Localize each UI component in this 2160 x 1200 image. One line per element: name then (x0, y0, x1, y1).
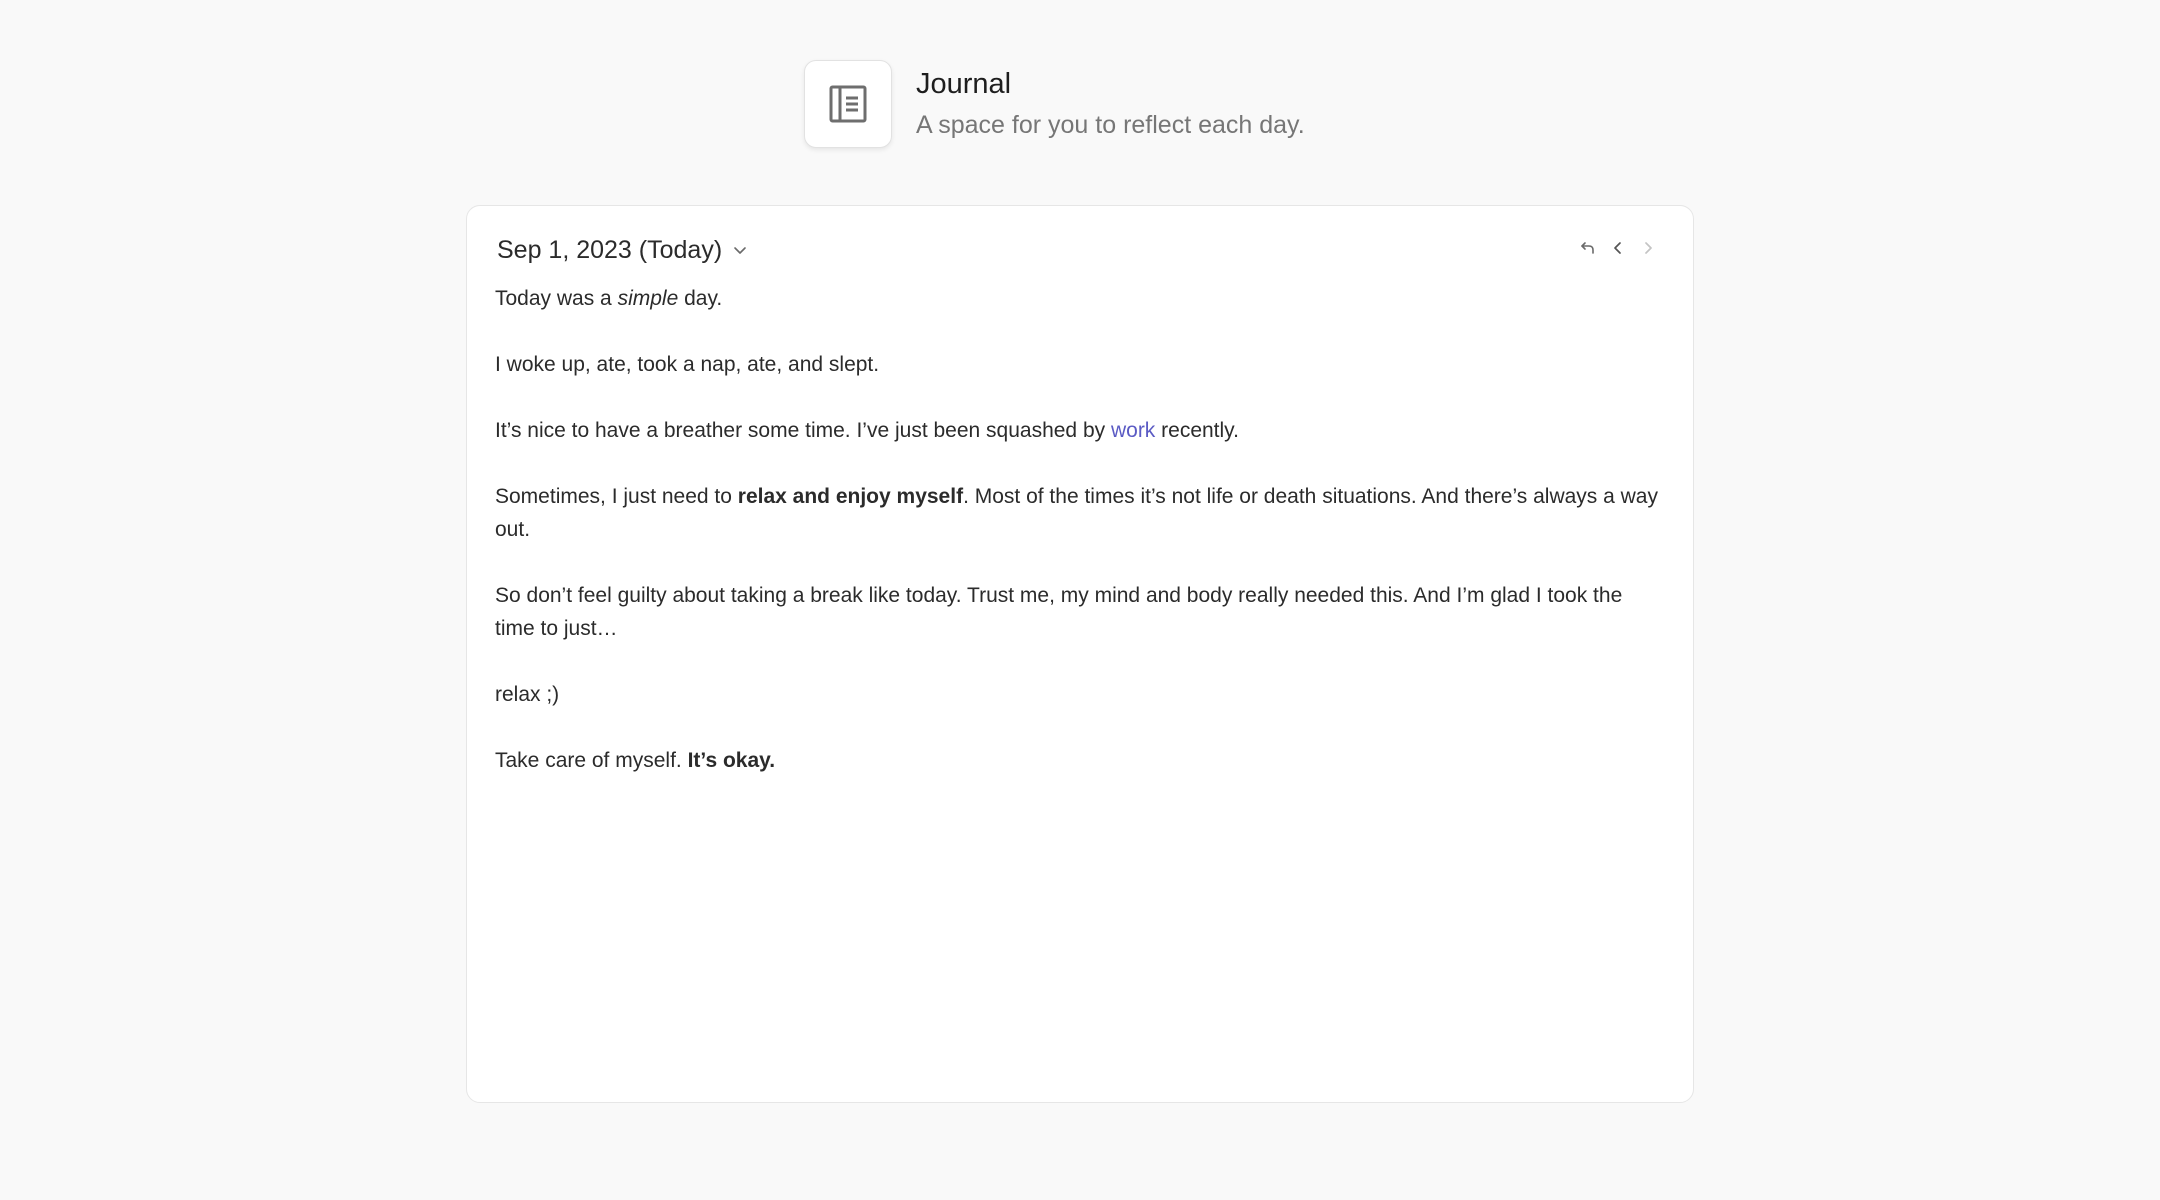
date-navigation (1573, 235, 1663, 265)
entry-bold-text: relax and enjoy myself (737, 485, 964, 508)
journal-card: Sep 1, 2023 (Today) Today was a simple d… (466, 205, 1694, 1103)
next-day-button[interactable] (1633, 235, 1663, 265)
journal-entry-editor[interactable]: Today was a simple day. I woke up, ate, … (495, 282, 1663, 810)
entry-paragraph: Sometimes, I just need to relax and enjo… (495, 480, 1663, 546)
entry-paragraph: relax ;) (495, 683, 560, 706)
date-label: Sep 1, 2023 (Today) (497, 235, 723, 264)
date-picker-button[interactable]: Sep 1, 2023 (Today) (497, 236, 748, 265)
page-header: Journal A space for you to reflect each … (804, 60, 1305, 148)
entry-paragraph: I woke up, ate, took a nap, ate, and sle… (495, 353, 880, 376)
previous-day-button[interactable] (1603, 235, 1633, 265)
entry-text: recently. (1155, 419, 1239, 442)
entry-text: Sometimes, I just need to (495, 485, 738, 508)
entry-text: Take care of myself. (495, 749, 688, 772)
entry-paragraph: So don’t feel guilty about taking a brea… (495, 584, 1623, 640)
chevron-right-icon (1639, 239, 1657, 262)
entry-text: It’s nice to have a breather some time. … (495, 419, 1111, 442)
return-to-today-button[interactable] (1573, 235, 1603, 265)
entry-paragraph: Today was a simple day. (495, 282, 1663, 315)
page-title: Journal (916, 68, 1012, 100)
entry-text: Today was a (495, 287, 618, 310)
entry-text: day. (678, 287, 723, 310)
entry-paragraph: It’s nice to have a breather some time. … (495, 414, 1663, 447)
entry-italic-text: simple (617, 287, 679, 310)
chevron-left-icon (1609, 239, 1627, 262)
header-text: Journal A space for you to reflect each … (916, 66, 1305, 142)
journal-icon (804, 60, 892, 148)
entry-paragraph: Take care of myself. It’s okay. (495, 744, 1663, 777)
chevron-down-icon (732, 242, 748, 258)
work-link[interactable]: work (1111, 419, 1155, 442)
return-icon (1579, 239, 1597, 262)
entry-bold-text: It’s okay. (687, 749, 776, 772)
page-subtitle: A space for you to reflect each day. (916, 111, 1305, 139)
entry-toolbar: Sep 1, 2023 (Today) (497, 226, 1663, 274)
